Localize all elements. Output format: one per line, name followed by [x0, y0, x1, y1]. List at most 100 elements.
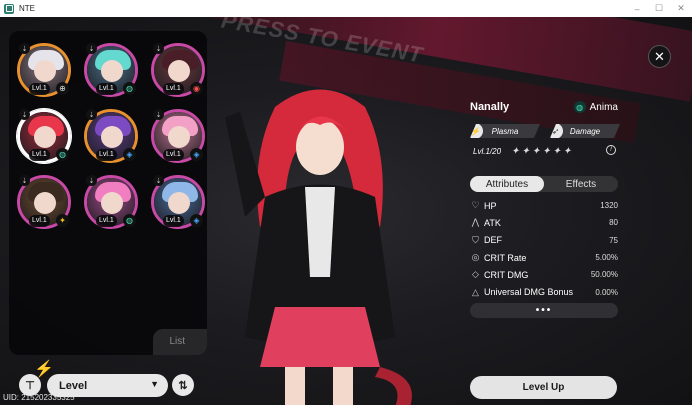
- roster-grid: ⇣ Lvl.1 ⊕ ⇣ Lvl.1 ◍ ⇣ Lvl.1 ◉ ⇣ Lvl.1 ◍ ⇣ Lvl.1 ◈ ⇣ Lvl.…: [15, 42, 205, 233]
- roster-card[interactable]: ⇣ Lvl.1 ◈: [82, 108, 140, 167]
- weapon-icon: ⇣: [19, 175, 30, 186]
- attribute-icon: △: [472, 286, 479, 297]
- damage-icon: ➶: [547, 123, 563, 139]
- attribute-row: ◇ CRIT DMG 50.00%: [470, 266, 618, 283]
- roster-card[interactable]: ⇣ Lvl.1 ✦: [15, 174, 73, 233]
- info-tabs: Attributes Effects: [470, 176, 618, 192]
- element-icon: ◍: [123, 214, 136, 227]
- element-icon: ◈: [190, 148, 203, 161]
- tag-label: Plasma: [491, 126, 519, 136]
- card-level: Lvl.1: [163, 149, 184, 161]
- roster-card[interactable]: ⇣ Lvl.1 ⊕: [15, 42, 73, 101]
- level-up-button[interactable]: Level Up: [470, 376, 617, 399]
- attribute-icon: ⋀: [471, 217, 480, 228]
- card-level: Lvl.1: [29, 215, 50, 227]
- roster-card[interactable]: ⇣ Lvl.1 ◉: [149, 42, 207, 101]
- attribute-label: HP: [484, 200, 497, 211]
- weapon-icon: ⇣: [153, 109, 164, 120]
- avatar-face: [101, 126, 123, 148]
- level-row: Lvl.1/20 ✦✦✦✦✦✦ !: [473, 145, 618, 157]
- close-button[interactable]: ✕: [648, 45, 671, 68]
- attribute-value: 5.00%: [595, 253, 618, 263]
- attribute-row: △ Universal DMG Bonus 0.00%: [470, 283, 618, 300]
- attribute-icon: ♡: [471, 200, 480, 211]
- window-controls: – ☐ ✕: [626, 0, 692, 17]
- level-value: Lvl.1/20: [473, 147, 502, 156]
- element-icon: ◈: [123, 148, 136, 161]
- attribute-value: 80: [609, 218, 618, 228]
- list-label[interactable]: List: [169, 336, 185, 347]
- weapon-icon: ⇣: [153, 175, 164, 186]
- tab-effects[interactable]: Effects: [544, 176, 618, 192]
- weapon-icon: ⇣: [86, 43, 97, 54]
- avatar-face: [101, 60, 123, 82]
- character-face: [296, 119, 344, 175]
- roster-card[interactable]: ⇣ Lvl.1 ◍: [82, 174, 140, 233]
- avatar-face: [34, 192, 56, 214]
- roster-card[interactable]: ⇣ Lvl.1 ◍: [82, 42, 140, 101]
- character-skirt: [260, 307, 380, 367]
- character-tags: ⚡ Plasma ➶ Damage: [470, 124, 620, 138]
- attribute-row: ⋀ ATK 80: [470, 214, 618, 231]
- attribute-row: ♡ HP 1320: [470, 197, 618, 214]
- character-tail: [375, 367, 412, 405]
- weapon-icon: ⇣: [19, 43, 30, 54]
- attribute-label: Universal DMG Bonus: [484, 287, 574, 298]
- character-leg-right: [333, 367, 353, 405]
- roster-card[interactable]: ⇣ Lvl.1 ◍: [15, 108, 73, 167]
- app-icon: [4, 3, 14, 14]
- attribute-value: 0.00%: [595, 287, 618, 297]
- weapon-icon: ⇣: [86, 175, 97, 186]
- sort-value: Level: [59, 379, 88, 392]
- weapon-icon: ⇣: [153, 43, 164, 54]
- minimize-button[interactable]: –: [626, 0, 648, 17]
- attribute-icon: ◇: [472, 269, 479, 280]
- plasma-icon: ⚡: [467, 123, 483, 139]
- attribute-row: ⛉ DEF 75: [470, 232, 618, 249]
- tag-plasma: ⚡ Plasma: [470, 124, 540, 138]
- card-level: Lvl.1: [29, 83, 50, 95]
- weapon-icon: ⇣: [19, 109, 30, 120]
- character-roster-panel: ⇣ Lvl.1 ⊕ ⇣ Lvl.1 ◍ ⇣ Lvl.1 ◉ ⇣ Lvl.1 ◍ ⇣ Lvl.1 ◈ ⇣ Lvl.…: [9, 31, 207, 355]
- element-icon: ◍: [56, 148, 69, 161]
- attribute-value: 50.00%: [590, 270, 618, 280]
- avatar-face: [34, 60, 56, 82]
- weapon-icon: ⇣: [86, 109, 97, 120]
- character-model[interactable]: [205, 77, 435, 405]
- anima-icon: ◍: [573, 101, 586, 113]
- avatar-face: [101, 192, 123, 214]
- attribute-value: 75: [609, 235, 618, 245]
- tag-damage: ➶ Damage: [550, 124, 620, 138]
- avatar-face: [34, 126, 56, 148]
- attribute-label: DEF: [484, 235, 502, 246]
- roster-card[interactable]: ⇣ Lvl.1 ◈: [149, 108, 207, 167]
- attribute-row: ◎ CRIT Rate 5.00%: [470, 249, 618, 266]
- element-icon: ✦: [56, 214, 69, 227]
- attribute-label: CRIT Rate: [484, 252, 527, 263]
- tab-attributes[interactable]: Attributes: [470, 176, 544, 192]
- card-level: Lvl.1: [29, 149, 50, 161]
- element-icon: ◉: [190, 82, 203, 95]
- avatar-face: [168, 192, 190, 214]
- info-icon[interactable]: !: [606, 145, 616, 155]
- uid-label: UID: 215202335325: [3, 393, 75, 402]
- card-level: Lvl.1: [163, 215, 184, 227]
- character-name: Nanally: [470, 101, 510, 113]
- character-shirt: [305, 187, 335, 277]
- avatar-face: [168, 126, 190, 148]
- card-level: Lvl.1: [163, 83, 184, 95]
- tag-label: Damage: [569, 126, 601, 136]
- element-label: Anima: [589, 101, 618, 113]
- sort-order-button[interactable]: ⇅: [172, 374, 194, 396]
- maximize-button[interactable]: ☐: [648, 0, 670, 17]
- window-close-button[interactable]: ✕: [670, 0, 692, 17]
- element-icon: ◍: [123, 82, 136, 95]
- attribute-label: CRIT DMG: [484, 269, 529, 280]
- window-title: NTE: [19, 4, 35, 13]
- more-button[interactable]: •••: [470, 303, 618, 318]
- roster-card[interactable]: ⇣ Lvl.1 ◈: [149, 174, 207, 233]
- attribute-icon: ◎: [471, 252, 480, 263]
- attribute-value: 1320: [600, 201, 618, 211]
- card-level: Lvl.1: [96, 83, 117, 95]
- element-icon: ◈: [190, 214, 203, 227]
